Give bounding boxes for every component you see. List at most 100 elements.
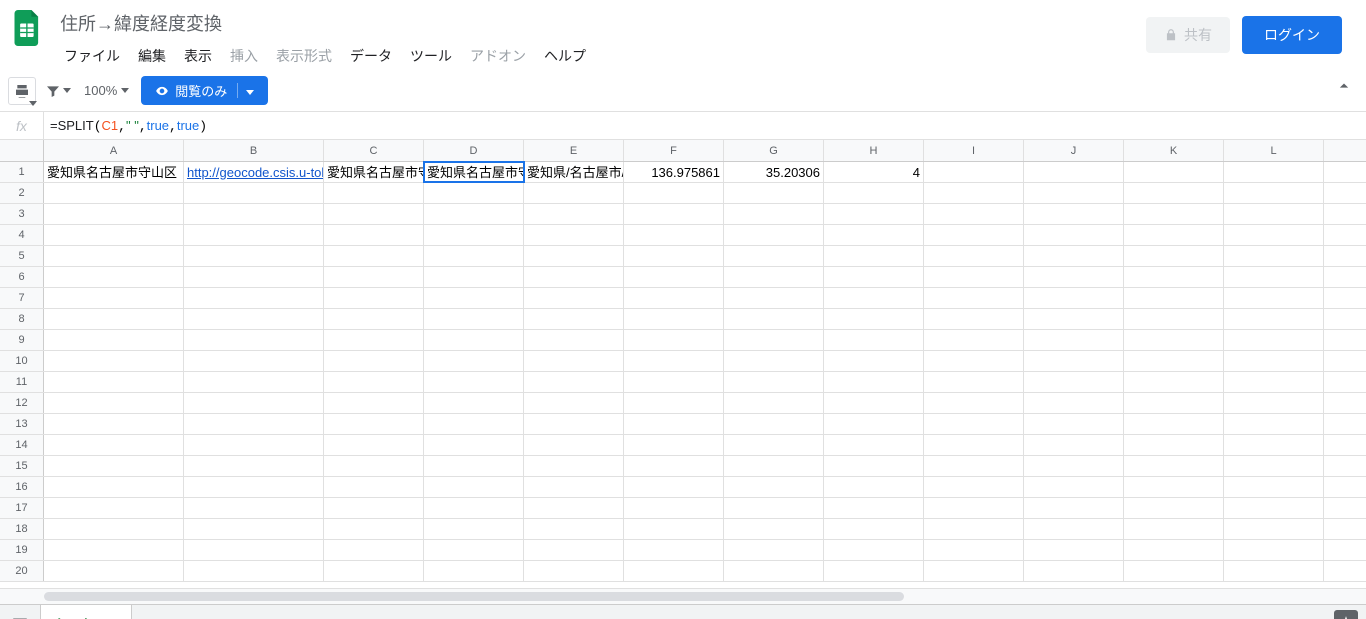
cell-G4[interactable] bbox=[724, 225, 824, 245]
cell-J17[interactable] bbox=[1024, 498, 1124, 518]
cell-F12[interactable] bbox=[624, 393, 724, 413]
cell-G2[interactable] bbox=[724, 183, 824, 203]
cell-I6[interactable] bbox=[924, 267, 1024, 287]
cell-I18[interactable] bbox=[924, 519, 1024, 539]
cell-A4[interactable] bbox=[44, 225, 184, 245]
cell-E19[interactable] bbox=[524, 540, 624, 560]
cell-G14[interactable] bbox=[724, 435, 824, 455]
cell-D12[interactable] bbox=[424, 393, 524, 413]
cell-F3[interactable] bbox=[624, 204, 724, 224]
cell-C9[interactable] bbox=[324, 330, 424, 350]
cell-A20[interactable] bbox=[44, 561, 184, 581]
cell-E6[interactable] bbox=[524, 267, 624, 287]
cell-I5[interactable] bbox=[924, 246, 1024, 266]
cell-C6[interactable] bbox=[324, 267, 424, 287]
row-header-9[interactable]: 9 bbox=[0, 330, 44, 350]
cell-A10[interactable] bbox=[44, 351, 184, 371]
cell-D5[interactable] bbox=[424, 246, 524, 266]
cell-B5[interactable] bbox=[184, 246, 324, 266]
cell-H3[interactable] bbox=[824, 204, 924, 224]
cell-K20[interactable] bbox=[1124, 561, 1224, 581]
cell-C10[interactable] bbox=[324, 351, 424, 371]
cell-H1[interactable]: 4 bbox=[824, 162, 924, 182]
cell-D8[interactable] bbox=[424, 309, 524, 329]
cell-A6[interactable] bbox=[44, 267, 184, 287]
cell-I16[interactable] bbox=[924, 477, 1024, 497]
row-header-4[interactable]: 4 bbox=[0, 225, 44, 245]
column-header-L[interactable]: L bbox=[1224, 140, 1324, 161]
cell-A11[interactable] bbox=[44, 372, 184, 392]
row-header-12[interactable]: 12 bbox=[0, 393, 44, 413]
cell-E8[interactable] bbox=[524, 309, 624, 329]
cell-E17[interactable] bbox=[524, 498, 624, 518]
row-header-17[interactable]: 17 bbox=[0, 498, 44, 518]
cell-C18[interactable] bbox=[324, 519, 424, 539]
cell-H14[interactable] bbox=[824, 435, 924, 455]
cell-B18[interactable] bbox=[184, 519, 324, 539]
cell-J14[interactable] bbox=[1024, 435, 1124, 455]
cell-F9[interactable] bbox=[624, 330, 724, 350]
cell-K15[interactable] bbox=[1124, 456, 1224, 476]
cell-L19[interactable] bbox=[1224, 540, 1324, 560]
cell-L14[interactable] bbox=[1224, 435, 1324, 455]
cell-L3[interactable] bbox=[1224, 204, 1324, 224]
cell-J2[interactable] bbox=[1024, 183, 1124, 203]
row-header-15[interactable]: 15 bbox=[0, 456, 44, 476]
login-button[interactable]: ログイン bbox=[1242, 16, 1342, 54]
cell-J4[interactable] bbox=[1024, 225, 1124, 245]
cell-B19[interactable] bbox=[184, 540, 324, 560]
cell-C14[interactable] bbox=[324, 435, 424, 455]
cell-G7[interactable] bbox=[724, 288, 824, 308]
cell-F16[interactable] bbox=[624, 477, 724, 497]
chevron-down-icon[interactable] bbox=[237, 83, 254, 98]
cell-G9[interactable] bbox=[724, 330, 824, 350]
cell-I9[interactable] bbox=[924, 330, 1024, 350]
cell-H20[interactable] bbox=[824, 561, 924, 581]
cell-D3[interactable] bbox=[424, 204, 524, 224]
zoom-dropdown[interactable]: 100% bbox=[80, 83, 133, 98]
cell-A14[interactable] bbox=[44, 435, 184, 455]
row-header-20[interactable]: 20 bbox=[0, 561, 44, 581]
cell-H6[interactable] bbox=[824, 267, 924, 287]
cell-I17[interactable] bbox=[924, 498, 1024, 518]
cell-J3[interactable] bbox=[1024, 204, 1124, 224]
row-header-8[interactable]: 8 bbox=[0, 309, 44, 329]
cell-G11[interactable] bbox=[724, 372, 824, 392]
cell-C13[interactable] bbox=[324, 414, 424, 434]
cell-J1[interactable] bbox=[1024, 162, 1124, 182]
cell-E4[interactable] bbox=[524, 225, 624, 245]
cell-B17[interactable] bbox=[184, 498, 324, 518]
cell-A1[interactable]: 愛知県名古屋市守山区 bbox=[44, 162, 184, 182]
cell-B3[interactable] bbox=[184, 204, 324, 224]
sheet-tab-1[interactable]: シート1 bbox=[40, 605, 132, 619]
cell-D7[interactable] bbox=[424, 288, 524, 308]
cell-J8[interactable] bbox=[1024, 309, 1124, 329]
row-header-13[interactable]: 13 bbox=[0, 414, 44, 434]
cell-H8[interactable] bbox=[824, 309, 924, 329]
cell-B20[interactable] bbox=[184, 561, 324, 581]
cell-C15[interactable] bbox=[324, 456, 424, 476]
cell-K7[interactable] bbox=[1124, 288, 1224, 308]
cell-E3[interactable] bbox=[524, 204, 624, 224]
cell-L10[interactable] bbox=[1224, 351, 1324, 371]
cell-H15[interactable] bbox=[824, 456, 924, 476]
cell-K2[interactable] bbox=[1124, 183, 1224, 203]
cell-L7[interactable] bbox=[1224, 288, 1324, 308]
cell-L4[interactable] bbox=[1224, 225, 1324, 245]
cell-K17[interactable] bbox=[1124, 498, 1224, 518]
cell-B7[interactable] bbox=[184, 288, 324, 308]
cell-G17[interactable] bbox=[724, 498, 824, 518]
scrollbar-thumb[interactable] bbox=[44, 592, 904, 601]
collapse-toolbar-button[interactable] bbox=[1334, 76, 1354, 101]
cell-J20[interactable] bbox=[1024, 561, 1124, 581]
cell-E13[interactable] bbox=[524, 414, 624, 434]
cell-I7[interactable] bbox=[924, 288, 1024, 308]
column-header-J[interactable]: J bbox=[1024, 140, 1124, 161]
cell-C4[interactable] bbox=[324, 225, 424, 245]
cell-C7[interactable] bbox=[324, 288, 424, 308]
cell-A15[interactable] bbox=[44, 456, 184, 476]
cell-D10[interactable] bbox=[424, 351, 524, 371]
horizontal-scrollbar[interactable] bbox=[0, 588, 1366, 604]
formula-input[interactable]: =SPLIT(C1," ",true,true) bbox=[44, 118, 1366, 134]
column-header-E[interactable]: E bbox=[524, 140, 624, 161]
